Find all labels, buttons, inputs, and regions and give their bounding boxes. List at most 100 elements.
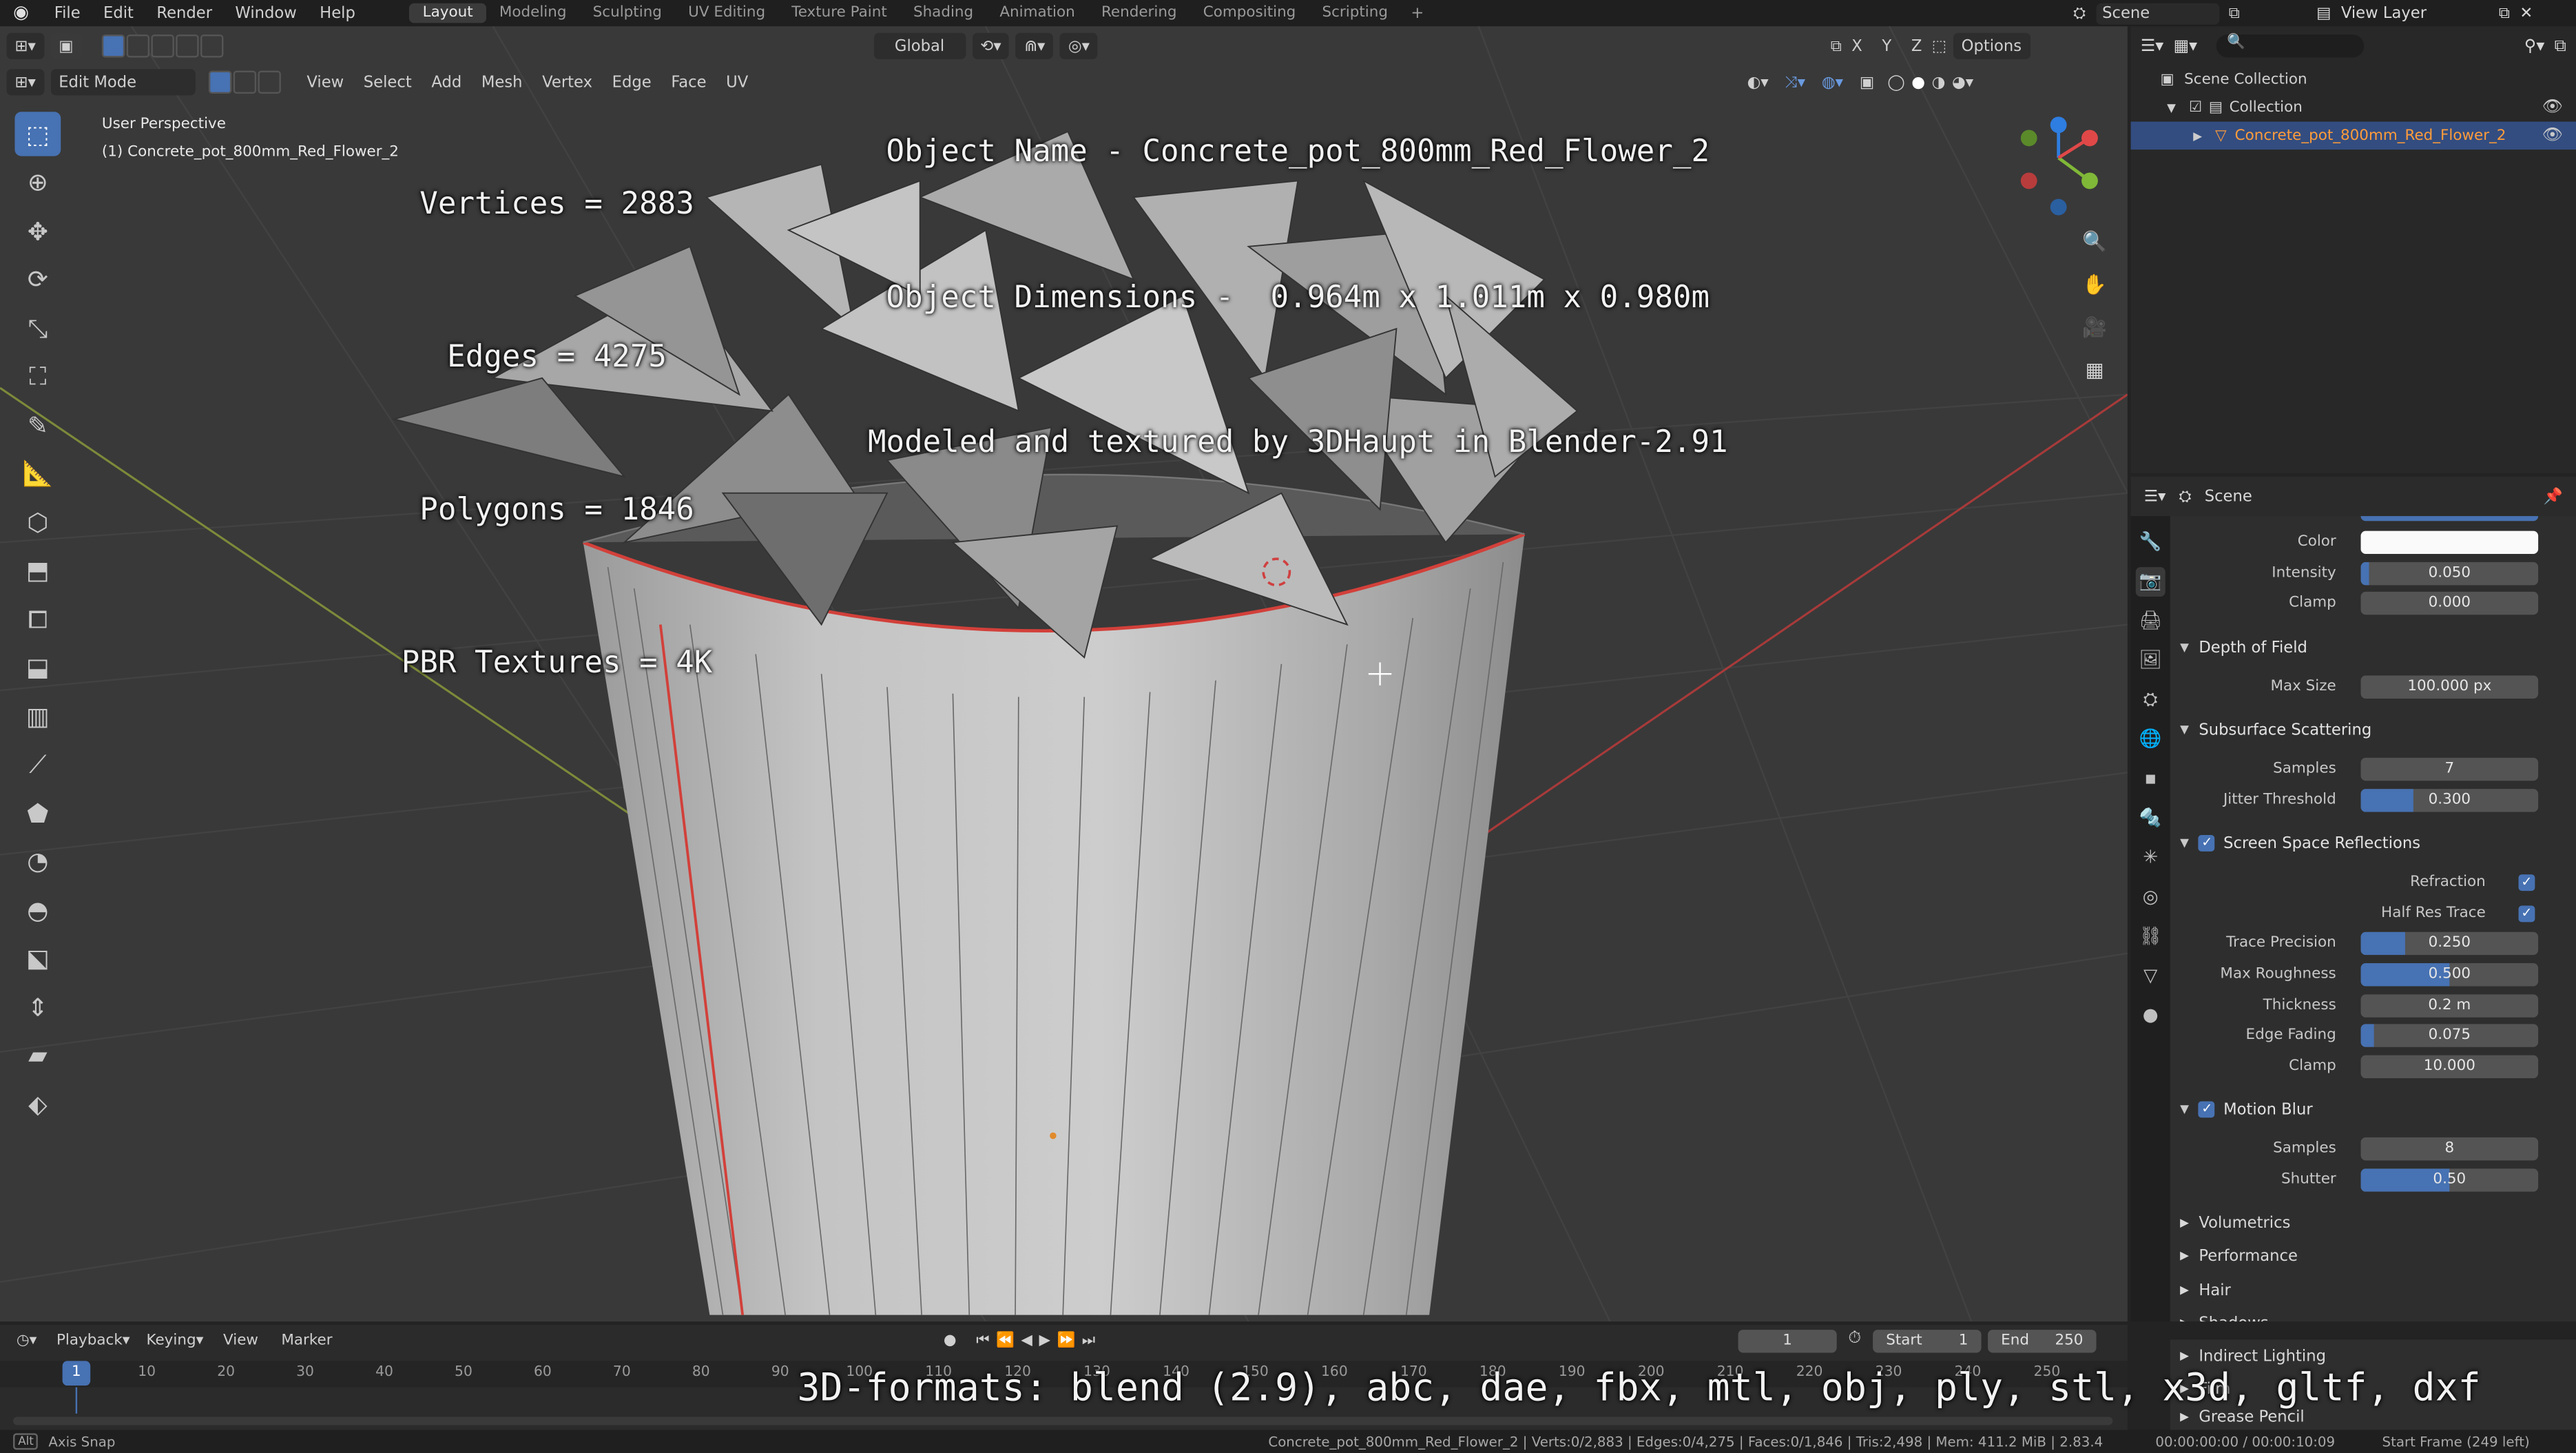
pan-hand-icon[interactable]: ✋ xyxy=(2077,269,2112,300)
scene-tab-icon[interactable]: ⛭ xyxy=(2136,686,2165,715)
output-tab-icon[interactable]: 🖨 xyxy=(2136,606,2165,636)
physics-tab-icon[interactable]: ◎ xyxy=(2136,883,2165,912)
new-scene-icon[interactable]: ⧉ xyxy=(2229,4,2240,22)
vertex-select-icon[interactable] xyxy=(208,70,231,94)
filter-icon[interactable]: ⚲▾ xyxy=(2524,37,2544,55)
view-layer-name[interactable]: View Layer xyxy=(2341,4,2489,22)
options-dropdown[interactable]: Options xyxy=(1953,32,2030,59)
motion-blur-samples-field[interactable]: 8 xyxy=(2360,1137,2539,1161)
add-workspace-icon[interactable]: + xyxy=(1401,4,1434,22)
shading-rendered-icon[interactable]: ◕▾ xyxy=(1952,73,1973,91)
outliner-row-collection[interactable]: ▼ ☑ ▤ Collection 👁 xyxy=(2131,94,2576,122)
ssr-panel-header[interactable]: ▼ ✓ Screen Space Reflections xyxy=(2170,827,2576,860)
editor-type-icon[interactable]: ⊞▾ xyxy=(6,69,44,96)
outliner-row-scene-collection[interactable]: ▣ Scene Collection xyxy=(2131,65,2576,94)
view-layer-tab-icon[interactable]: 🖼 xyxy=(2136,646,2165,676)
ssr-enable-checkbox[interactable]: ✓ xyxy=(2199,834,2216,852)
workspace-tab-compositing[interactable]: Compositing xyxy=(1190,3,1309,23)
bloom-intensity-slider[interactable]: 0.050 xyxy=(2360,561,2539,586)
ssr-edge-fading-slider[interactable]: 0.075 xyxy=(2360,1024,2539,1047)
motion-blur-panel-header[interactable]: ▼ ✓ Motion Blur xyxy=(2170,1093,2576,1126)
add-cube-tool-icon[interactable]: ⬡ xyxy=(14,499,61,544)
workspace-tab-layout[interactable]: Layout xyxy=(409,3,486,23)
dof-panel-header[interactable]: ▼ Depth of Field xyxy=(2170,631,2576,664)
menu-window[interactable]: Window xyxy=(224,4,309,22)
select-tool-button[interactable]: ▣ xyxy=(50,32,82,59)
motion-blur-enable-checkbox[interactable]: ✓ xyxy=(2199,1101,2216,1118)
end-frame-field[interactable]: End 250 xyxy=(1988,1330,2097,1353)
shading-material-icon[interactable]: ◑ xyxy=(1932,73,1946,91)
move-tool-icon[interactable]: ✥ xyxy=(14,209,61,253)
workspace-tab-uv-editing[interactable]: UV Editing xyxy=(675,3,778,23)
poly-build-tool-icon[interactable]: ⬟ xyxy=(14,791,61,835)
workspace-tab-rendering[interactable]: Rendering xyxy=(1088,3,1190,23)
menu-view[interactable]: View xyxy=(223,1333,258,1350)
properties-editor-icon[interactable]: ☰▾ xyxy=(2144,487,2166,505)
cursor-tool-icon[interactable]: ⊕ xyxy=(14,161,61,205)
ssr-thickness-field[interactable]: 0.2 m xyxy=(2360,994,2539,1018)
menu-view[interactable]: View xyxy=(297,73,353,91)
workspace-tab-scripting[interactable]: Scripting xyxy=(1309,3,1401,23)
data-tab-icon[interactable]: ▽ xyxy=(2136,962,2165,991)
play-reverse-icon[interactable]: ◀ xyxy=(1021,1333,1032,1350)
next-keyframe-icon[interactable]: ⏩ xyxy=(1057,1333,1076,1350)
object-tab-icon[interactable]: ▪ xyxy=(2136,764,2165,794)
performance-panel-header[interactable]: ▶ Performance xyxy=(2170,1239,2576,1272)
menu-file[interactable]: File xyxy=(43,4,92,22)
ssr-trace-slider[interactable]: 0.250 xyxy=(2360,931,2539,956)
outliner-search-input[interactable]: 🔍 xyxy=(2216,34,2365,58)
blender-logo-icon[interactable]: ◉ xyxy=(13,3,33,23)
select-mode-intersect-icon[interactable] xyxy=(175,34,198,58)
start-frame-field[interactable]: Start 1 xyxy=(1873,1330,1982,1353)
jump-end-icon[interactable]: ⏭ xyxy=(1082,1333,1095,1350)
rotate-tool-icon[interactable]: ⟳ xyxy=(14,257,61,301)
navigation-gizmo[interactable] xyxy=(2004,115,2110,220)
shear-tool-icon[interactable]: ▰ xyxy=(14,1033,61,1077)
workspace-tab-sculpting[interactable]: Sculpting xyxy=(580,3,675,23)
auto-merge-icon[interactable]: ⬚ xyxy=(1932,37,1946,55)
eye-icon[interactable]: 👁 xyxy=(2542,99,2563,116)
select-box-icon[interactable]: ⬚ xyxy=(14,112,61,156)
pin-icon[interactable]: 📌 xyxy=(2544,487,2563,505)
menu-marker[interactable]: Marker xyxy=(281,1333,332,1350)
axis-y-toggle[interactable]: Y xyxy=(1872,37,1901,55)
mode-dropdown[interactable]: Edit Mode xyxy=(50,69,196,96)
outliner-editor-icon[interactable]: ☰▾ xyxy=(2141,37,2163,55)
clock-icon[interactable]: ⏱ xyxy=(1848,1330,1861,1348)
hair-panel-header[interactable]: ▶ Hair xyxy=(2170,1274,2576,1307)
scene-selector[interactable]: ⛭ Scene ⧉ xyxy=(2073,0,2240,26)
camera-view-icon[interactable]: 🎥 xyxy=(2077,312,2112,343)
motion-blur-shutter-slider[interactable]: 0.50 xyxy=(2360,1168,2539,1192)
menu-render[interactable]: Render xyxy=(145,4,224,22)
ssr-half-res-checkbox[interactable]: ✓ xyxy=(2518,905,2535,923)
timeline-editor-icon[interactable]: ◷▾ xyxy=(17,1333,37,1350)
particles-tab-icon[interactable]: ✳ xyxy=(2136,843,2165,873)
rip-tool-icon[interactable]: ⬖ xyxy=(14,1082,61,1126)
zoom-icon[interactable]: 🔍 xyxy=(2077,227,2112,258)
render-tab-icon[interactable]: 📷 xyxy=(2135,567,2165,597)
workspace-tab-texture-paint[interactable]: Texture Paint xyxy=(778,3,900,23)
display-mode-icon[interactable]: ▦▾ xyxy=(2174,37,2198,55)
new-view-layer-icon[interactable]: ⧉ xyxy=(2499,4,2510,22)
loop-cut-tool-icon[interactable]: ▥ xyxy=(14,694,61,738)
view-layer-selector[interactable]: ▤ View Layer ⧉ ✕ xyxy=(2316,0,2533,26)
knife-tool-icon[interactable]: ⟋ xyxy=(14,742,61,786)
menu-keying[interactable]: Keying xyxy=(146,1333,196,1350)
record-icon[interactable]: ● xyxy=(944,1333,957,1350)
world-tab-icon[interactable]: 🌐 xyxy=(2136,725,2165,754)
bevel-tool-icon[interactable]: ⬓ xyxy=(14,645,61,689)
editor-type-button[interactable]: ⊞▾ xyxy=(6,32,44,59)
shrink-fatten-tool-icon[interactable]: ⇕ xyxy=(14,985,61,1029)
workspace-tab-shading[interactable]: Shading xyxy=(900,3,986,23)
bloom-color-swatch[interactable] xyxy=(2360,530,2539,554)
workspace-tab-modeling[interactable]: Modeling xyxy=(486,3,580,23)
ssr-refraction-checkbox[interactable]: ✓ xyxy=(2518,874,2535,892)
ssr-max-rough-slider[interactable]: 0.500 xyxy=(2360,963,2539,987)
mirror-icon[interactable]: ⧉ xyxy=(1831,37,1842,55)
select-mode-invert-icon[interactable] xyxy=(200,34,223,58)
shading-solid-icon[interactable]: ● xyxy=(1911,73,1925,91)
prev-keyframe-icon[interactable]: ⏪ xyxy=(996,1333,1015,1350)
eye-icon[interactable]: 👁 xyxy=(2542,127,2563,145)
sss-samples-field[interactable]: 7 xyxy=(2360,757,2539,781)
3d-viewport[interactable]: ⊞▾ ▣ Global ⟲▾ ⋒▾ ◎▾ ⧉ X Y Z ⬚ Options ⊞… xyxy=(0,26,2128,1322)
